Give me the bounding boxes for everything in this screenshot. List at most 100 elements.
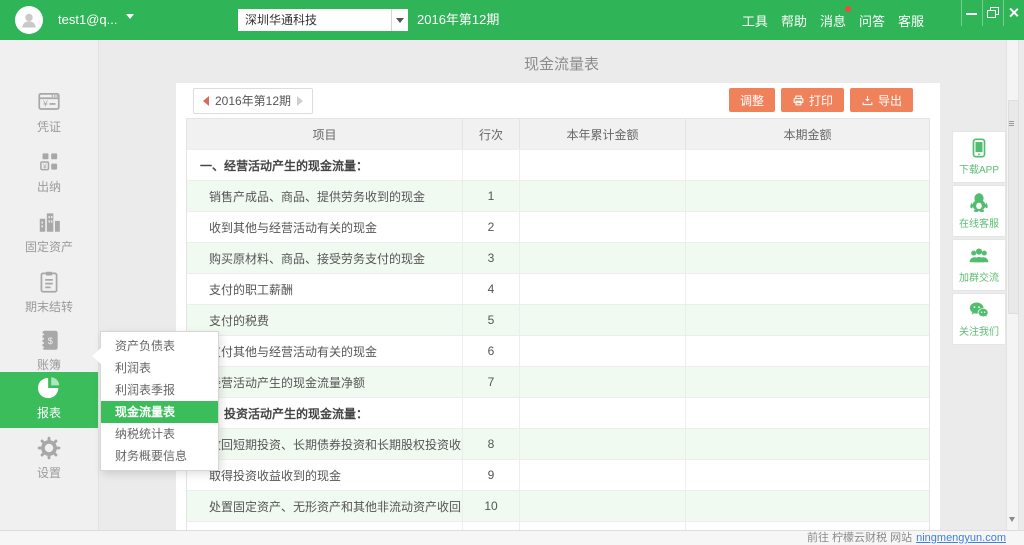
topbar-menu-qa[interactable]: 问答 (859, 11, 885, 30)
cell-item: 收到其他与经营活动有关的现金 (187, 212, 463, 242)
card-follow-us[interactable]: 关注我们 (952, 293, 1006, 345)
cell-ytd-amount (520, 181, 686, 211)
cell-period-amount (686, 460, 929, 490)
cell-ytd-amount (520, 243, 686, 273)
cell-period-amount (686, 181, 929, 211)
sidebar-item-label: 凭证 (0, 118, 98, 135)
submenu-item-financial-summary[interactable]: 财务概要信息 (101, 445, 218, 467)
sidebar-item-label: 出纳 (0, 178, 98, 195)
cell-ytd-amount (520, 367, 686, 397)
adjust-button[interactable]: 调整 (729, 88, 775, 112)
topbar-menu-service[interactable]: 客服 (898, 11, 924, 30)
cell-item: 一、经营活动产生的现金流量： (187, 150, 463, 180)
next-period-button[interactable] (297, 96, 303, 106)
prev-period-button[interactable] (203, 96, 209, 106)
sidebar: ¥凭证¥出纳固定资产期末结转$账簿报表设置 (0, 40, 99, 530)
sidebar-item-cashier[interactable]: ¥ 出纳 (0, 146, 98, 202)
submenu-item-balance-sheet[interactable]: 资产负债表 (101, 335, 218, 357)
minimize-button[interactable] (961, 0, 982, 26)
column-header: 本期金额 (686, 119, 929, 149)
close-button[interactable] (1003, 0, 1024, 26)
card-label: 关注我们 (953, 323, 1005, 338)
card-download-app[interactable]: 下载APP (952, 131, 1006, 183)
topbar-menu-tools[interactable]: 工具 (742, 11, 768, 30)
cell-item: 经营活动产生的现金流量净额 (187, 367, 463, 397)
cell-line-number: 2 (463, 212, 520, 242)
window-controls (961, 0, 1024, 26)
topbar-menu-help[interactable]: 帮助 (781, 11, 807, 30)
svg-text:$: $ (48, 336, 53, 346)
user-menu[interactable]: test1@q... (58, 0, 134, 40)
topbar-menu-messages[interactable]: 消息 (820, 11, 846, 30)
cell-line-number: 7 (463, 367, 520, 397)
period-selector[interactable]: 2016年第12期 (193, 88, 313, 114)
table-body: 一、经营活动产生的现金流量：销售产成品、商品、提供劳务收到的现金1收到其他与经营… (187, 149, 929, 530)
cell-ytd-amount (520, 398, 686, 428)
card-group-chat[interactable]: 加群交流 (952, 239, 1006, 291)
period-end-icon (36, 269, 62, 295)
cell-line-number: 3 (463, 243, 520, 273)
user-name: test1@q... (58, 12, 117, 27)
table-row: 收到其他与经营活动有关的现金2 (187, 211, 929, 242)
notification-badge (845, 6, 851, 12)
qq-service-icon (968, 191, 990, 213)
scrollbar-thumb[interactable] (1008, 100, 1019, 314)
website-link[interactable]: ningmengyun.com (916, 532, 1006, 544)
column-header: 本年累计金额 (520, 119, 686, 149)
scrollbar-grip-icon (1009, 121, 1014, 126)
sidebar-item-reports[interactable]: 报表 (0, 372, 98, 428)
export-button[interactable]: 导出 (850, 88, 913, 112)
sidebar-item-period-end[interactable]: 期末结转 (0, 266, 98, 322)
cashier-icon: ¥ (36, 149, 62, 175)
page-title: 现金流量表 (99, 53, 1024, 74)
topbar-menu: 工具帮助消息问答客服 (742, 0, 924, 40)
submenu-item-cash-flow-statement[interactable]: 现金流量表 (101, 401, 218, 423)
card-online-service[interactable]: 在线客服 (952, 185, 1006, 237)
close-icon (1008, 7, 1019, 18)
card-label: 下载APP (953, 161, 1005, 176)
download-icon (861, 94, 874, 107)
cell-item: 购买原材料、商品、接受劳务支付的现金 (187, 243, 463, 273)
report-panel: 2016年第12期 调整打印导出 项目行次本年累计金额本期金额 一、经营活动产生… (176, 83, 940, 530)
table-row: 支付的职工薪酬4 (187, 273, 929, 304)
cell-line-number: 5 (463, 305, 520, 335)
toolbar-actions: 调整打印导出 (729, 88, 913, 112)
sidebar-item-fixed-assets[interactable]: 固定资产 (0, 206, 98, 262)
scrollbar[interactable] (1006, 40, 1019, 530)
voucher-icon: ¥ (36, 89, 62, 115)
submenu-item-tax-statistics[interactable]: 纳税统计表 (101, 423, 218, 445)
table-row: 取得投资收益收到的现金9 (187, 459, 929, 490)
cell-item: 短期投资、长期债券投资和长期股权投资支付的现金 (187, 522, 463, 530)
maximize-button[interactable] (982, 0, 1003, 26)
table-row: 二、投资活动产生的现金流量： (187, 397, 929, 428)
avatar[interactable] (15, 6, 43, 34)
cell-period-amount (686, 367, 929, 397)
table-header: 项目行次本年累计金额本期金额 (187, 119, 929, 149)
submenu-item-income-statement[interactable]: 利润表 (101, 357, 218, 379)
cell-ytd-amount (520, 460, 686, 490)
cell-ytd-amount (520, 522, 686, 530)
report-submenu: 资产负债表利润表利润表季报现金流量表纳税统计表财务概要信息 (100, 331, 219, 471)
cell-line-number: 8 (463, 429, 520, 459)
submenu-item-income-statement-quarterly[interactable]: 利润表季报 (101, 379, 218, 401)
sidebar-item-label: 设置 (0, 464, 98, 481)
content-area: 现金流量表 2016年第12期 调整打印导出 项目行次本年累计金额本期金额 一、… (99, 40, 1024, 530)
popup-arrow-icon (92, 348, 101, 364)
sidebar-item-settings[interactable]: 设置 (0, 432, 98, 488)
sidebar-item-voucher[interactable]: ¥ 凭证 (0, 86, 98, 142)
table-row: 支付的税费5 (187, 304, 929, 335)
period-value: 2016年第12期 (215, 94, 291, 108)
topbar: test1@q... 深圳华通科技 2016年第12期 工具帮助消息问答客服 (0, 0, 1024, 40)
table-row: 支付其他与经营活动有关的现金6 (187, 335, 929, 366)
select-dropdown-button[interactable] (391, 9, 408, 31)
scroll-down-arrow-icon[interactable] (1009, 517, 1015, 522)
cell-line-number: 11 (463, 522, 520, 530)
footer-text: 前往 柠檬云财税 网站 (807, 532, 912, 544)
cell-ytd-amount (520, 336, 686, 366)
cell-line-number: 4 (463, 274, 520, 304)
company-select[interactable]: 深圳华通科技 (238, 9, 408, 31)
print-button[interactable]: 打印 (781, 88, 844, 112)
cell-line-number: 6 (463, 336, 520, 366)
fixed-assets-icon (36, 209, 62, 235)
cell-period-amount (686, 305, 929, 335)
